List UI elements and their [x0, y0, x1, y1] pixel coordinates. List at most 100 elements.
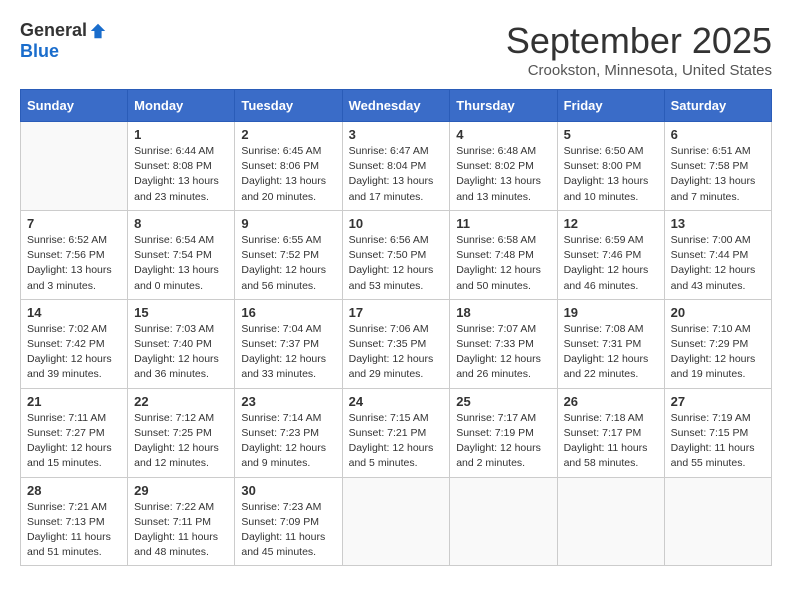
day-number: 5 — [564, 127, 658, 142]
day-number: 9 — [241, 216, 335, 231]
header-friday: Friday — [557, 90, 664, 122]
calendar-cell: 19 Sunrise: 7:08 AMSunset: 7:31 PMDayligh… — [557, 299, 664, 388]
calendar-cell: 17Sunrise: 7:06 AMSunset: 7:35 PMDayligh… — [342, 299, 450, 388]
calendar-cell: 30 Sunrise: 7:23 AMSunset: 7:09 PMDayligh… — [235, 477, 342, 566]
day-number: 6 — [671, 127, 765, 142]
calendar-week-1: 1Sunrise: 6:44 AMSunset: 8:08 PMDaylight… — [21, 122, 772, 211]
day-number: 11 — [456, 216, 550, 231]
day-number: 4 — [456, 127, 550, 142]
calendar-cell: 4 Sunrise: 6:48 AMSunset: 8:02 PMDaylight… — [450, 122, 557, 211]
day-info: Sunrise: 6:56 AMSunset: 7:50 PMDaylight:… — [349, 233, 444, 294]
day-info: Sunrise: 7:08 AMSunset: 7:31 PMDaylight:… — [564, 322, 658, 383]
logo-general: General — [20, 20, 87, 41]
calendar-cell — [557, 477, 664, 566]
day-info: Sunrise: 7:10 AMSunset: 7:29 PMDaylight:… — [671, 322, 765, 383]
day-number: 3 — [349, 127, 444, 142]
day-number: 22 — [134, 394, 228, 409]
day-number: 16 — [241, 305, 335, 320]
header-thursday: Thursday — [450, 90, 557, 122]
calendar-cell: 22 Sunrise: 7:12 AMSunset: 7:25 PMDayligh… — [128, 388, 235, 477]
month-title: September 2025 — [506, 20, 772, 62]
calendar-week-4: 21 Sunrise: 7:11 AMSunset: 7:27 PMDayligh… — [21, 388, 772, 477]
day-info: Sunrise: 7:04 AMSunset: 7:37 PMDaylight:… — [241, 322, 335, 383]
day-info: Sunrise: 6:50 AMSunset: 8:00 PMDaylight:… — [564, 144, 658, 205]
day-info: Sunrise: 7:18 AMSunset: 7:17 PMDaylight:… — [564, 411, 658, 472]
calendar-cell: 21 Sunrise: 7:11 AMSunset: 7:27 PMDayligh… — [21, 388, 128, 477]
calendar-cell: 10 Sunrise: 6:56 AMSunset: 7:50 PMDayligh… — [342, 210, 450, 299]
calendar-week-2: 7 Sunrise: 6:52 AMSunset: 7:56 PMDaylight… — [21, 210, 772, 299]
day-number: 15 — [134, 305, 228, 320]
calendar-table: SundayMondayTuesdayWednesdayThursdayFrid… — [20, 89, 772, 566]
day-info: Sunrise: 6:59 AMSunset: 7:46 PMDaylight:… — [564, 233, 658, 294]
day-info: Sunrise: 6:55 AMSunset: 7:52 PMDaylight:… — [241, 233, 335, 294]
calendar-cell: 26 Sunrise: 7:18 AMSunset: 7:17 PMDayligh… — [557, 388, 664, 477]
logo-blue: Blue — [20, 41, 59, 62]
day-info: Sunrise: 7:23 AMSunset: 7:09 PMDaylight:… — [241, 500, 335, 561]
calendar-cell: 27Sunrise: 7:19 AMSunset: 7:15 PMDayligh… — [664, 388, 771, 477]
calendar-cell: 23Sunrise: 7:14 AMSunset: 7:23 PMDayligh… — [235, 388, 342, 477]
calendar-cell: 2Sunrise: 6:45 AMSunset: 8:06 PMDaylight… — [235, 122, 342, 211]
calendar-cell: 15 Sunrise: 7:03 AMSunset: 7:40 PMDayligh… — [128, 299, 235, 388]
calendar-cell: 24 Sunrise: 7:15 AMSunset: 7:21 PMDayligh… — [342, 388, 450, 477]
header-monday: Monday — [128, 90, 235, 122]
day-info: Sunrise: 7:15 AMSunset: 7:21 PMDaylight:… — [349, 411, 444, 472]
calendar-cell: 16 Sunrise: 7:04 AMSunset: 7:37 PMDayligh… — [235, 299, 342, 388]
calendar-cell: 28 Sunrise: 7:21 AMSunset: 7:13 PMDayligh… — [21, 477, 128, 566]
calendar-cell: 25 Sunrise: 7:17 AMSunset: 7:19 PMDayligh… — [450, 388, 557, 477]
header-wednesday: Wednesday — [342, 90, 450, 122]
day-info: Sunrise: 7:21 AMSunset: 7:13 PMDaylight:… — [27, 500, 121, 561]
day-number: 29 — [134, 483, 228, 498]
day-info: Sunrise: 6:48 AMSunset: 8:02 PMDaylight:… — [456, 144, 550, 205]
day-number: 12 — [564, 216, 658, 231]
calendar-cell: 6 Sunrise: 6:51 AMSunset: 7:58 PMDaylight… — [664, 122, 771, 211]
day-info: Sunrise: 7:00 AMSunset: 7:44 PMDaylight:… — [671, 233, 765, 294]
day-number: 30 — [241, 483, 335, 498]
calendar-cell — [21, 122, 128, 211]
calendar-cell: 20Sunrise: 7:10 AMSunset: 7:29 PMDayligh… — [664, 299, 771, 388]
day-info: Sunrise: 6:52 AMSunset: 7:56 PMDaylight:… — [27, 233, 121, 294]
day-info: Sunrise: 7:07 AMSunset: 7:33 PMDaylight:… — [456, 322, 550, 383]
day-number: 28 — [27, 483, 121, 498]
day-number: 24 — [349, 394, 444, 409]
day-number: 21 — [27, 394, 121, 409]
location: Crookston, Minnesota, United States — [506, 62, 772, 79]
day-info: Sunrise: 6:54 AMSunset: 7:54 PMDaylight:… — [134, 233, 228, 294]
day-info: Sunrise: 7:22 AMSunset: 7:11 PMDaylight:… — [134, 500, 228, 561]
calendar-cell: 3Sunrise: 6:47 AMSunset: 8:04 PMDaylight… — [342, 122, 450, 211]
day-number: 10 — [349, 216, 444, 231]
calendar-cell: 18 Sunrise: 7:07 AMSunset: 7:33 PMDayligh… — [450, 299, 557, 388]
calendar-week-3: 14 Sunrise: 7:02 AMSunset: 7:42 PMDayligh… — [21, 299, 772, 388]
calendar-cell: 11Sunrise: 6:58 AMSunset: 7:48 PMDayligh… — [450, 210, 557, 299]
day-info: Sunrise: 7:11 AMSunset: 7:27 PMDaylight:… — [27, 411, 121, 472]
header-sunday: Sunday — [21, 90, 128, 122]
day-number: 26 — [564, 394, 658, 409]
day-number: 25 — [456, 394, 550, 409]
calendar-cell: 29 Sunrise: 7:22 AMSunset: 7:11 PMDayligh… — [128, 477, 235, 566]
day-number: 1 — [134, 127, 228, 142]
calendar-cell — [664, 477, 771, 566]
day-number: 27 — [671, 394, 765, 409]
day-info: Sunrise: 7:06 AMSunset: 7:35 PMDaylight:… — [349, 322, 444, 383]
day-number: 8 — [134, 216, 228, 231]
header-saturday: Saturday — [664, 90, 771, 122]
day-info: Sunrise: 7:02 AMSunset: 7:42 PMDaylight:… — [27, 322, 121, 383]
calendar-cell: 5 Sunrise: 6:50 AMSunset: 8:00 PMDaylight… — [557, 122, 664, 211]
page-header: General Blue September 2025 Crookston, M… — [20, 20, 772, 79]
title-section: September 2025 Crookston, Minnesota, Uni… — [506, 20, 772, 79]
calendar-cell: 14 Sunrise: 7:02 AMSunset: 7:42 PMDayligh… — [21, 299, 128, 388]
day-number: 18 — [456, 305, 550, 320]
calendar-cell: 8 Sunrise: 6:54 AMSunset: 7:54 PMDaylight… — [128, 210, 235, 299]
day-number: 7 — [27, 216, 121, 231]
day-info: Sunrise: 7:17 AMSunset: 7:19 PMDaylight:… — [456, 411, 550, 472]
logo: General Blue — [20, 20, 107, 62]
day-info: Sunrise: 7:03 AMSunset: 7:40 PMDaylight:… — [134, 322, 228, 383]
calendar-cell: 7 Sunrise: 6:52 AMSunset: 7:56 PMDaylight… — [21, 210, 128, 299]
calendar-cell: 13 Sunrise: 7:00 AMSunset: 7:44 PMDayligh… — [664, 210, 771, 299]
day-info: Sunrise: 7:12 AMSunset: 7:25 PMDaylight:… — [134, 411, 228, 472]
day-number: 19 — [564, 305, 658, 320]
day-number: 14 — [27, 305, 121, 320]
day-number: 13 — [671, 216, 765, 231]
day-info: Sunrise: 6:51 AMSunset: 7:58 PMDaylight:… — [671, 144, 765, 205]
calendar-cell — [342, 477, 450, 566]
day-number: 2 — [241, 127, 335, 142]
